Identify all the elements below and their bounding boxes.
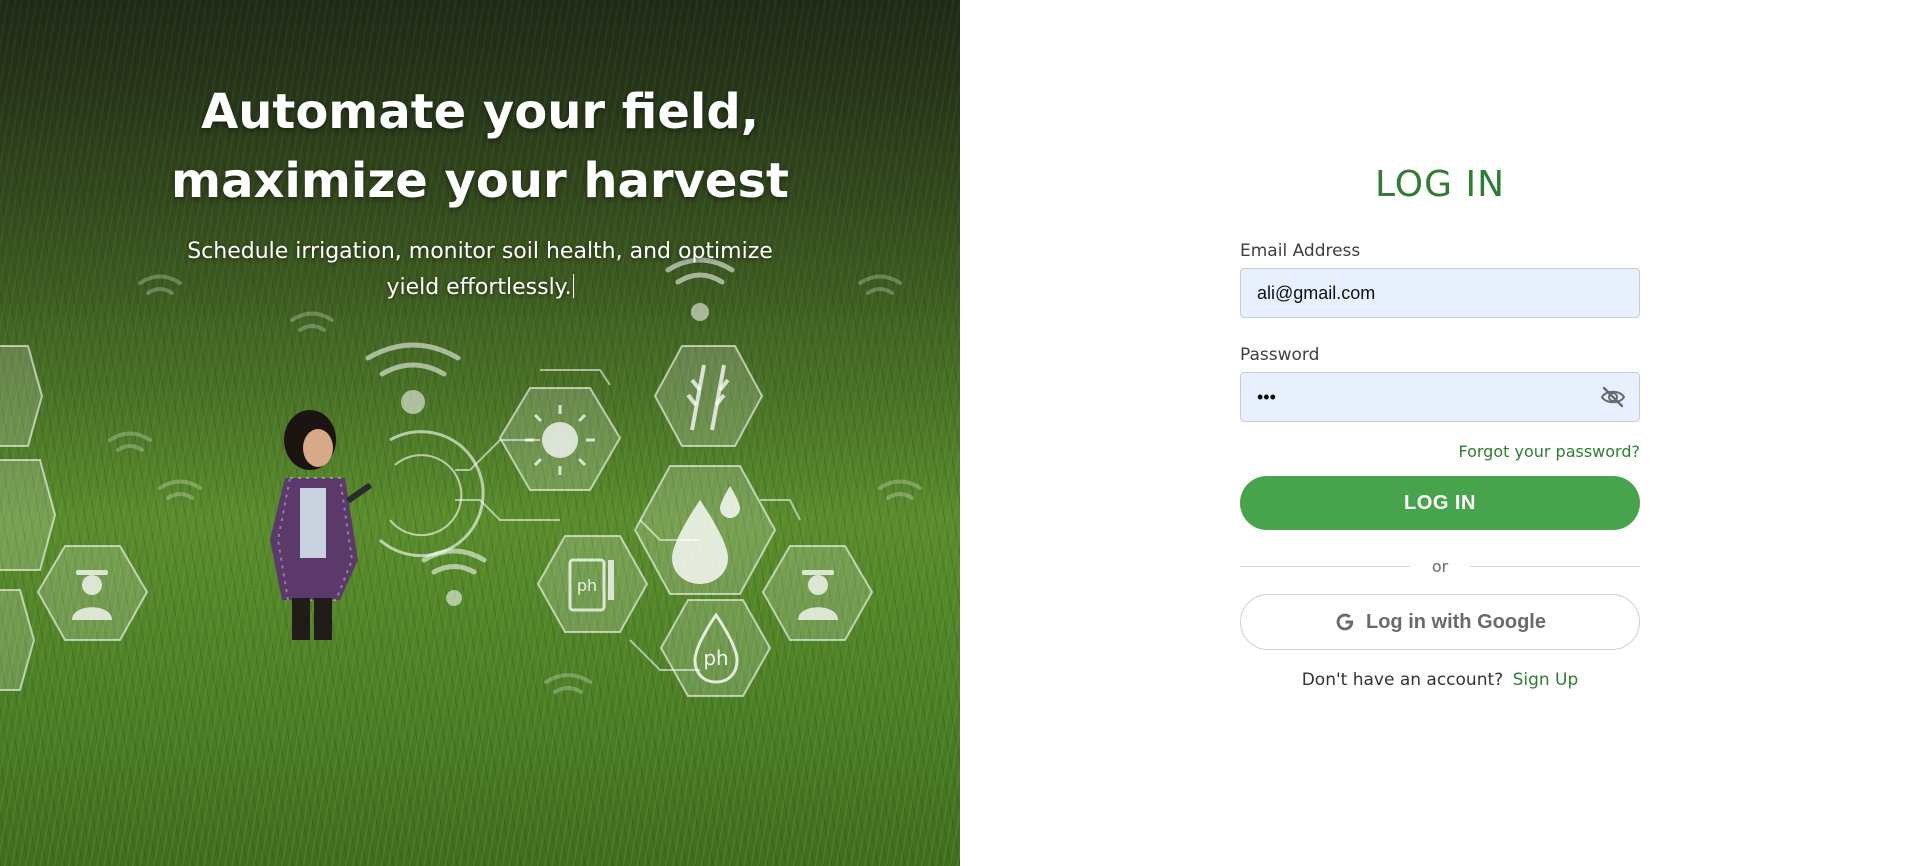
google-button-label: Log in with Google	[1366, 610, 1546, 633]
sign-up-link[interactable]: Sign Up	[1513, 670, 1579, 690]
svg-text:ph: ph	[703, 646, 728, 670]
or-divider: or	[1240, 556, 1640, 576]
text-cursor	[572, 274, 574, 298]
google-g-icon	[1336, 613, 1354, 631]
password-input-wrapper	[1240, 372, 1640, 422]
divider-line-right	[1470, 565, 1640, 567]
hero-text: Automate your field, maximize your harve…	[0, 78, 960, 306]
signup-row: Don't have an account? Sign Up	[1240, 668, 1640, 692]
login-panel: LOG IN Email Address Password Forgot you…	[960, 0, 1919, 866]
farmer-person	[270, 410, 372, 640]
divider-text: or	[1431, 556, 1449, 576]
email-field[interactable]	[1240, 268, 1640, 318]
password-label: Password	[1240, 345, 1320, 365]
email-label: Email Address	[1240, 241, 1361, 261]
login-form: LOG IN Email Address Password Forgot you…	[1240, 160, 1640, 692]
hero-title-line-1: Automate your field,	[201, 84, 759, 140]
eye-slash-icon[interactable]	[1600, 385, 1626, 409]
svg-text:ph: ph	[577, 576, 597, 595]
hero-panel: ph ph Automate your field, maximize your…	[0, 0, 960, 866]
forgot-password-link[interactable]: Forgot your password?	[1458, 442, 1640, 461]
login-heading: LOG IN	[1375, 164, 1505, 205]
forgot-row: Forgot your password?	[1240, 442, 1640, 464]
hero-title-line-2: maximize your harvest	[171, 153, 789, 209]
google-login-button[interactable]: Log in with Google	[1240, 594, 1640, 650]
login-button[interactable]: LOG IN	[1240, 476, 1640, 530]
wheat-hexagon	[653, 345, 764, 447]
divider-line-left	[1240, 565, 1410, 567]
signup-prompt: Don't have an account?	[1301, 670, 1504, 690]
hero-subtitle: Schedule irrigation, monitor soil health…	[187, 239, 773, 300]
password-field[interactable]	[1240, 372, 1640, 422]
email-input-wrapper	[1240, 268, 1640, 318]
login-page: ph ph Automate your field, maximize your…	[0, 0, 1919, 866]
hero-title: Automate your field, maximize your harve…	[0, 78, 960, 216]
